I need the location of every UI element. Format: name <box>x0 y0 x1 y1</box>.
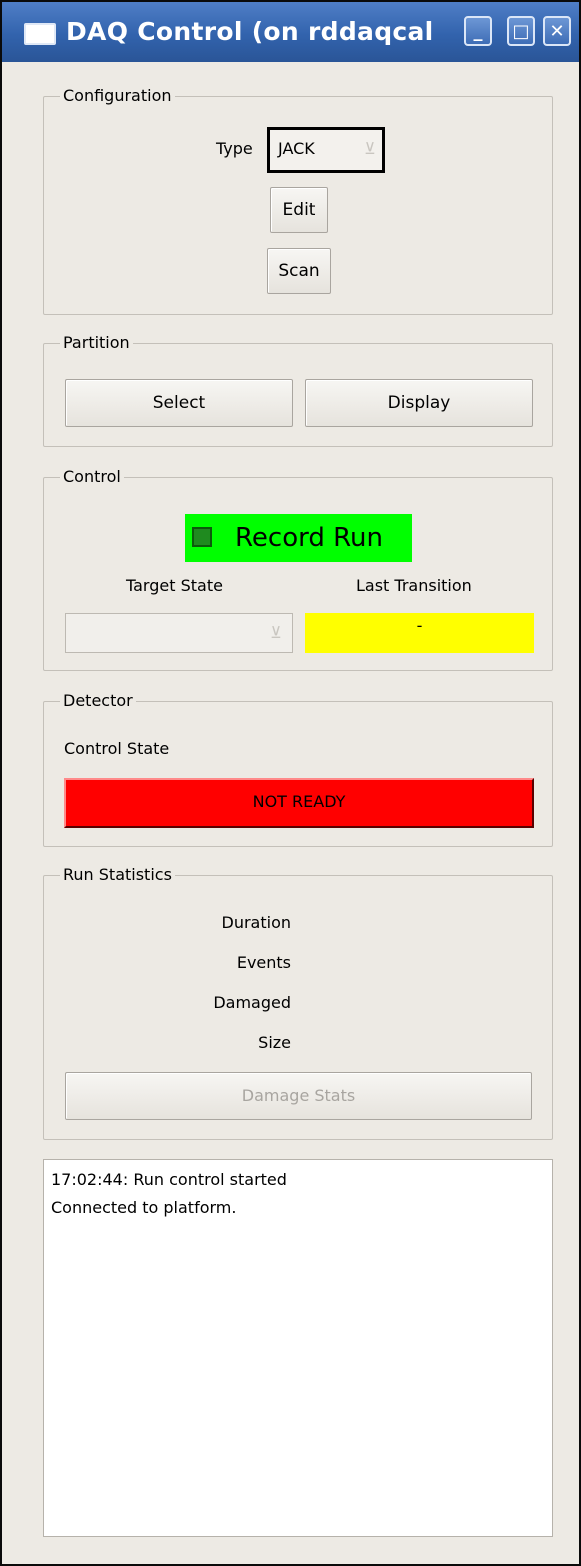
configuration-group-title: Configuration <box>60 85 175 107</box>
select-button[interactable]: Select <box>65 379 293 427</box>
title-bar[interactable]: DAQ Control (on rddaqcal _ □ ✕ <box>2 2 579 62</box>
window-title: DAQ Control (on rddaqcal <box>66 17 434 46</box>
display-button[interactable]: Display <box>305 379 533 427</box>
record-run-toggle[interactable]: Record Run <box>185 514 412 562</box>
target-state-label: Target State <box>126 576 223 595</box>
scan-button[interactable]: Scan <box>267 248 331 294</box>
run-statistics-group: Run Statistics Duration Events Damaged S… <box>43 864 553 1140</box>
control-group-title: Control <box>60 466 124 488</box>
control-state-label: Control State <box>64 739 170 758</box>
partition-group: Partition Select Display <box>43 332 553 447</box>
close-button[interactable]: ✕ <box>543 16 571 46</box>
record-run-checkbox[interactable] <box>192 527 212 547</box>
record-run-label: Record Run <box>235 523 383 553</box>
log-line: Connected to platform. <box>51 1198 237 1217</box>
events-label: Events <box>236 953 291 972</box>
type-select-value: JACK <box>278 139 315 158</box>
detector-group: Detector Control State NOT READY <box>43 690 553 847</box>
damage-stats-button[interactable]: Damage Stats <box>65 1072 532 1120</box>
control-group: Control Record Run Target State Last Tra… <box>43 466 553 671</box>
log-line: 17:02:44: Run control started <box>51 1170 287 1189</box>
type-label: Type <box>216 139 253 158</box>
type-select[interactable]: JACK ⊻ <box>267 127 385 173</box>
partition-group-title: Partition <box>60 332 133 354</box>
detector-group-title: Detector <box>60 690 136 712</box>
edit-button[interactable]: Edit <box>270 187 328 233</box>
chevron-down-icon: ⊻ <box>270 623 282 642</box>
target-state-select[interactable]: ⊻ <box>65 613 293 653</box>
configuration-group: Configuration Type JACK ⊻ Edit Scan <box>43 85 553 315</box>
run-statistics-group-title: Run Statistics <box>60 864 175 886</box>
maximize-button[interactable]: □ <box>507 16 535 46</box>
last-transition-label: Last Transition <box>356 576 472 595</box>
chevron-down-icon: ⊻ <box>364 139 376 158</box>
log-output[interactable]: 17:02:44: Run control started Connected … <box>43 1159 553 1537</box>
control-state-indicator: NOT READY <box>64 778 534 828</box>
size-label: Size <box>258 1033 291 1052</box>
window-icon <box>24 23 56 45</box>
daq-control-window: DAQ Control (on rddaqcal _ □ ✕ Configura… <box>0 0 581 1566</box>
damaged-label: Damaged <box>213 993 291 1012</box>
duration-label: Duration <box>221 913 292 932</box>
minimize-button[interactable]: _ <box>464 16 492 46</box>
last-transition-value: - <box>305 613 534 653</box>
